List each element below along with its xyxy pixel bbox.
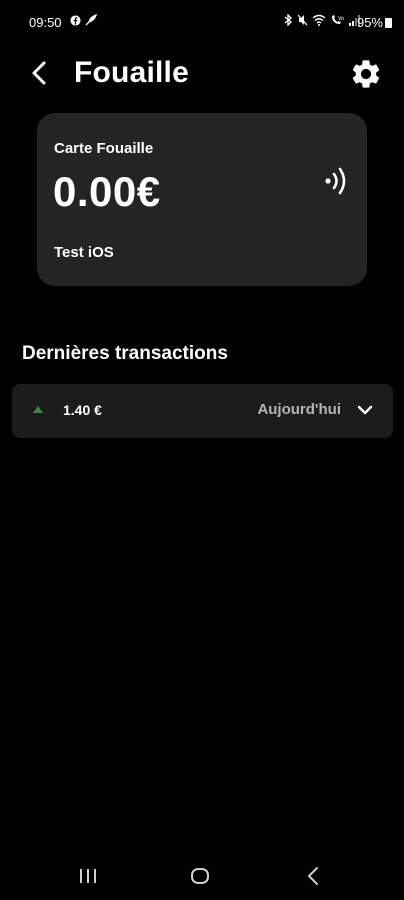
battery-percent: 95% [356,15,383,30]
recents-icon[interactable] [79,868,97,884]
back-button[interactable] [24,58,54,88]
settings-button[interactable] [346,54,386,94]
card-holder: Test iOS [54,244,114,261]
status-time: 09:50 [29,15,62,30]
arrow-up-icon [33,406,43,413]
bluetooth-icon [284,14,292,26]
transaction-amount: 1.40 € [63,402,102,418]
transaction-date: Aujourd'hui [257,401,341,418]
system-nav-bar [0,850,404,900]
gear-icon [352,60,380,88]
chevron-down-icon[interactable] [357,402,373,418]
wifi-icon [312,14,326,26]
page-title: Fouaille [74,56,189,89]
back-icon[interactable] [305,866,321,886]
home-icon[interactable] [190,866,210,886]
contactless-icon [325,167,346,195]
battery-icon [385,17,392,28]
battery-indicator: 95% [357,15,392,30]
status-left-icons [70,14,97,26]
wallet-card[interactable]: Carte Fouaille 0.00€ Test iOS [37,113,367,286]
mute-icon [297,14,308,26]
feather-icon [85,14,97,26]
status-bar: 09:50 Vo 95% [0,0,404,44]
call-icon: Vo [332,15,344,24]
app-header: Fouaille [0,48,404,104]
transactions-title: Dernières transactions [22,343,228,364]
card-balance: 0.00€ [53,168,161,215]
status-right-icons: Vo [283,14,360,26]
svg-text:Vo: Vo [338,16,344,22]
facebook-icon [70,14,81,26]
transaction-row[interactable]: 1.40 € Aujourd'hui [12,384,393,438]
card-name: Carte Fouaille [54,140,154,157]
chevron-left-icon [32,61,46,85]
